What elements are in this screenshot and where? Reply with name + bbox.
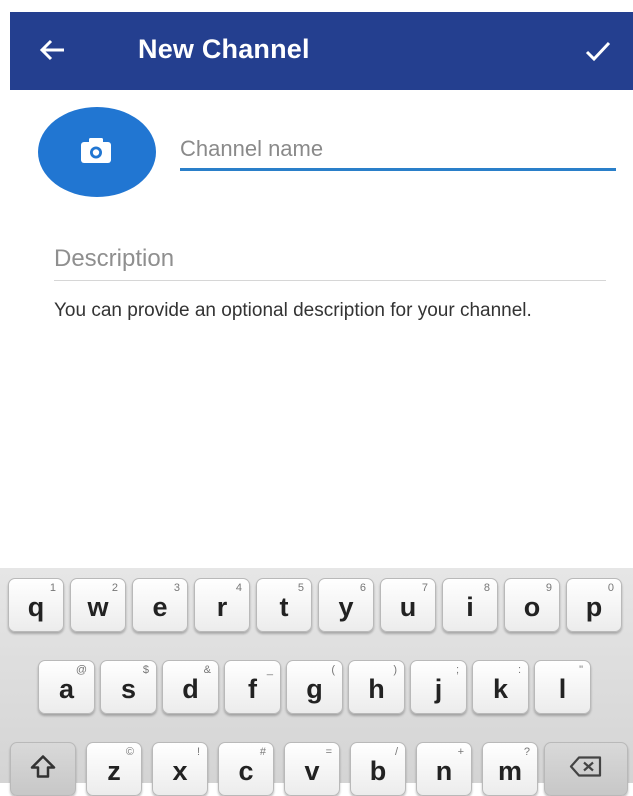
key-o[interactable]: 9o [504, 578, 560, 632]
shift-key[interactable] [10, 742, 76, 796]
status-bar [0, 0, 633, 12]
key-label: m [497, 756, 522, 786]
key-p[interactable]: 0p [566, 578, 622, 632]
key-label: y [338, 592, 354, 622]
key-s[interactable]: $ s [100, 660, 157, 714]
key-label: q [27, 592, 45, 622]
page-title: New Channel [138, 34, 310, 64]
key-v[interactable]: = v [284, 742, 340, 796]
key-t[interactable]: 5t [256, 578, 312, 632]
key-label: i [466, 592, 474, 622]
key-g[interactable]: (g [286, 660, 343, 714]
channel-name-input[interactable] [180, 130, 610, 168]
key-l[interactable]: " l [534, 660, 591, 714]
key-z[interactable]: © z [86, 742, 142, 796]
key-label: u [399, 592, 417, 622]
key-b[interactable]: / b [350, 742, 406, 796]
key-label: d [182, 674, 199, 704]
key-label: f [248, 674, 257, 704]
camera-icon [78, 135, 114, 167]
key-label: g [306, 674, 323, 704]
app-bar: New Channel [10, 12, 633, 90]
key-x[interactable]: ! x [152, 742, 208, 796]
key-u[interactable]: 7u [380, 578, 436, 632]
key-w[interactable]: 2w [70, 578, 126, 632]
description-hint: You can provide an optional description … [54, 300, 532, 321]
key-label: w [87, 592, 109, 622]
key-label: j [434, 674, 443, 704]
key-label: s [120, 674, 137, 704]
key-f[interactable]: _ f [224, 660, 281, 714]
key-label: e [152, 592, 168, 622]
key-y[interactable]: 6y [318, 578, 374, 632]
key-m[interactable]: ? m [482, 742, 538, 796]
key-label: b [369, 756, 387, 786]
key-label: h [368, 674, 385, 704]
key-label: v [304, 756, 320, 786]
channel-name-underline [180, 168, 616, 171]
key-r[interactable]: 4r [194, 578, 250, 632]
key-label: t [279, 592, 289, 622]
channel-photo-button[interactable] [38, 107, 156, 197]
key-h[interactable]: ) h [348, 660, 405, 714]
key-i[interactable]: 8i [442, 578, 498, 632]
key-n[interactable]: + n [416, 742, 472, 796]
backspace-key[interactable] [544, 742, 628, 796]
description-input[interactable] [54, 240, 606, 278]
key-k[interactable]: :k [472, 660, 529, 714]
key-d[interactable]: & d [162, 660, 219, 714]
key-label: x [172, 756, 188, 786]
key-label: n [435, 756, 453, 786]
shift-arrow-icon [29, 753, 57, 786]
soft-keyboard: 1q2w3e4r5t6y7u8i9o0p @ a $ s & d _ f(g) h; j: k " l … [0, 568, 633, 796]
key-j[interactable]: ; j [410, 660, 467, 714]
key-label: l [558, 674, 567, 704]
key-label: a [58, 674, 75, 704]
description-underline [54, 280, 606, 281]
confirm-check-icon[interactable] [581, 34, 615, 68]
back-arrow-icon[interactable] [34, 32, 70, 68]
key-label: o [523, 592, 541, 622]
backspace-icon [569, 755, 603, 784]
key-e[interactable]: 3e [132, 578, 188, 632]
key-q[interactable]: 1q [8, 578, 64, 632]
key-label: p [585, 592, 603, 622]
key-label: k [492, 674, 509, 704]
key-label: c [238, 756, 254, 786]
key-c[interactable]: # c [218, 742, 274, 796]
key-label: z [107, 756, 121, 786]
key-a[interactable]: @ a [38, 660, 95, 714]
key-label: r [216, 592, 228, 622]
